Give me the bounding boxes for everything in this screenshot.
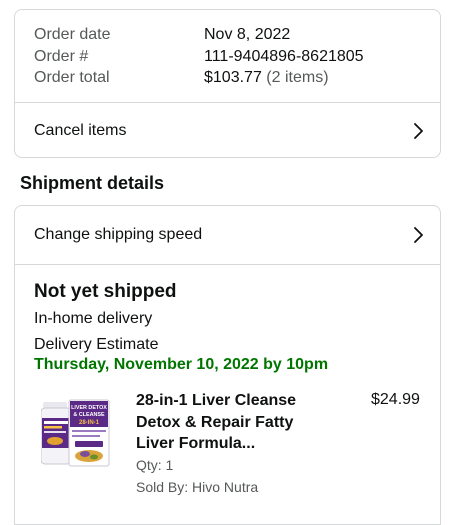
shipment-card: Change shipping speed Not yet shipped In…: [14, 205, 441, 525]
shipment-details-heading: Shipment details: [20, 173, 165, 193]
cancel-items-row[interactable]: Cancel items: [15, 103, 440, 158]
change-shipping-speed-label: Change shipping speed: [34, 226, 203, 243]
product-title-link[interactable]: 28-in-1 Liver Cleanse Detox & Repair Fat…: [136, 390, 326, 455]
order-date-row: Order date Nov 8, 2022: [34, 24, 434, 46]
order-date-value: Nov 8, 2022: [204, 26, 291, 43]
order-number-row: Order # 111-9404896-8621805: [34, 46, 434, 68]
chevron-right-icon: [414, 122, 423, 139]
box-title-line-1: LIVER DETOX: [71, 405, 107, 411]
order-summary-card: Order date Nov 8, 2022 Order # 111-94048…: [14, 9, 441, 158]
order-number-value: 111-9404896-8621805: [204, 47, 364, 65]
change-shipping-speed-row[interactable]: Change shipping speed: [15, 206, 440, 264]
delivery-estimate-date: Thursday, November 10, 2022 by 10pm: [34, 356, 329, 373]
order-total-label: Order total: [34, 69, 110, 86]
product-price: $24.99: [371, 391, 420, 408]
order-total-row: Order total $103.77 (2 items): [34, 67, 434, 89]
order-date-label: Order date: [34, 26, 111, 43]
box-title-line-2: & CLEANSE: [73, 412, 105, 418]
shipment-card-divider: [15, 264, 440, 265]
chevron-right-icon: [414, 227, 423, 243]
order-total-value: $103.77 (2 items): [204, 67, 329, 89]
product-seller: Sold By: Hivo Nutra: [136, 479, 259, 495]
box-title-line-3: 28-IN-1: [79, 420, 100, 426]
order-info: Order date Nov 8, 2022 Order # 111-94048…: [34, 24, 434, 89]
order-number-label: Order #: [34, 47, 89, 65]
product-image[interactable]: LIVER DETOX & CLEANSE 28-IN-1: [41, 396, 111, 468]
order-item-count: (2 items): [266, 69, 329, 86]
shipment-status: Not yet shipped: [34, 281, 177, 302]
cancel-items-label: Cancel items: [34, 121, 127, 139]
delivery-type: In-home delivery: [34, 310, 153, 327]
delivery-estimate-label: Delivery Estimate: [34, 336, 159, 353]
order-total-amount: $103.77: [204, 69, 262, 86]
product-quantity: Qty: 1: [136, 457, 174, 473]
